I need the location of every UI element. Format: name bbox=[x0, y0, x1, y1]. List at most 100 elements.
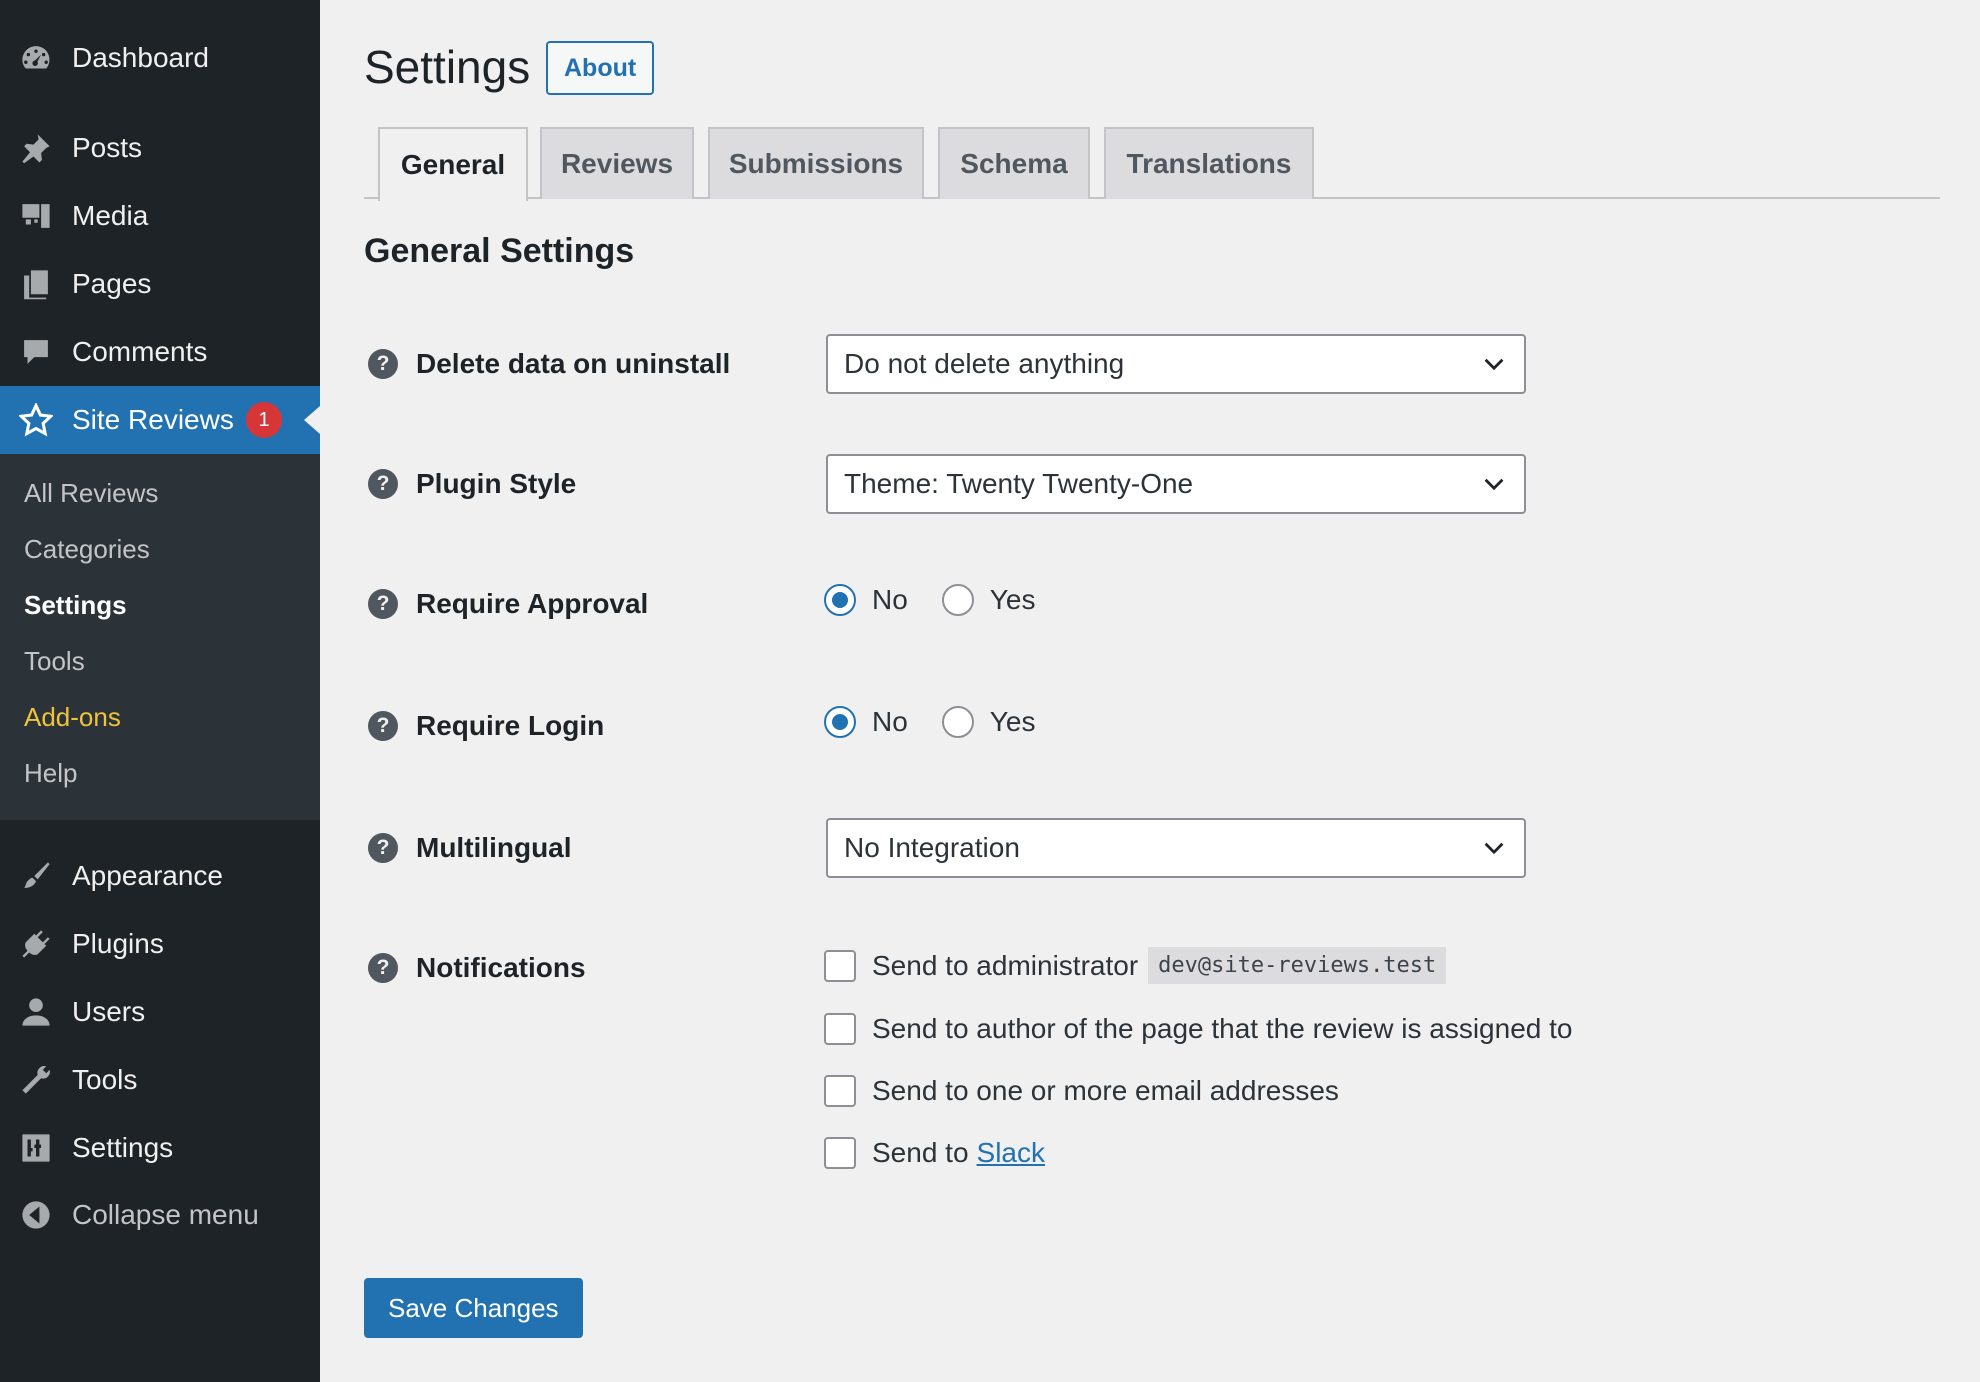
page-title: Settings bbox=[364, 41, 531, 93]
help-icon[interactable]: ? bbox=[368, 711, 398, 741]
submenu-tools[interactable]: Tools bbox=[24, 646, 85, 677]
option-label: Send to bbox=[872, 1137, 969, 1168]
submenu-categories[interactable]: Categories bbox=[24, 534, 150, 565]
help-icon[interactable]: ? bbox=[368, 953, 398, 983]
notify-emails-option: Send to one or more email addresses bbox=[824, 1075, 1339, 1107]
wrench-icon bbox=[18, 1062, 54, 1098]
brush-icon bbox=[18, 858, 54, 894]
sidebar-item-appearance[interactable]: Appearance bbox=[0, 842, 320, 910]
tab-submissions[interactable]: Submissions bbox=[708, 127, 924, 199]
sidebar-label: Media bbox=[72, 200, 149, 231]
main-content: Settings About General Reviews Submissio… bbox=[320, 0, 1980, 1382]
sidebar-label: Settings bbox=[72, 1132, 174, 1163]
section-title: General Settings bbox=[364, 232, 635, 270]
submenu-add-ons[interactable]: Add-ons bbox=[24, 702, 121, 733]
tab-reviews[interactable]: Reviews bbox=[540, 127, 694, 199]
radio-label: Yes bbox=[989, 706, 1036, 737]
tab-translations[interactable]: Translations bbox=[1104, 127, 1314, 199]
field-label-plugin-style: ? Plugin Style bbox=[368, 468, 576, 500]
select-value: Do not delete anything bbox=[844, 348, 1125, 379]
field-label-text: Require Login bbox=[416, 710, 605, 741]
submenu-all-reviews[interactable]: All Reviews bbox=[24, 478, 158, 509]
sidebar-item-tools[interactable]: Tools bbox=[0, 1046, 320, 1114]
sidebar-item-site-reviews[interactable]: Site Reviews 1 bbox=[0, 386, 320, 454]
sidebar-label: Posts bbox=[72, 132, 143, 163]
user-icon bbox=[18, 994, 54, 1030]
field-label-text: Delete data on uninstall bbox=[416, 348, 731, 379]
help-icon[interactable]: ? bbox=[368, 833, 398, 863]
chevron-down-icon bbox=[1484, 358, 1504, 371]
sidebar-label: Site Reviews bbox=[72, 404, 234, 435]
media-icon bbox=[18, 198, 54, 234]
field-label-notifications: ? Notifications bbox=[368, 952, 586, 984]
field-label-text: Plugin Style bbox=[416, 468, 577, 499]
chevron-down-icon bbox=[1484, 842, 1504, 855]
tab-schema[interactable]: Schema bbox=[938, 127, 1090, 199]
save-changes-button[interactable]: Save Changes bbox=[364, 1278, 583, 1338]
notify-slack-option: Send to Slack bbox=[824, 1137, 1045, 1169]
sidebar-label: Plugins bbox=[72, 928, 164, 959]
require-login-yes-radio[interactable] bbox=[941, 706, 974, 738]
sidebar-item-settings[interactable]: Settings bbox=[0, 1114, 320, 1182]
option-label: Send to one or more email addresses bbox=[872, 1075, 1339, 1106]
help-icon[interactable]: ? bbox=[368, 349, 398, 379]
dashboard-icon bbox=[18, 40, 54, 76]
plugin-style-select[interactable]: Theme: Twenty Twenty-One bbox=[826, 454, 1526, 514]
multilingual-select[interactable]: No Integration bbox=[826, 818, 1526, 878]
option-label: Send to administrator bbox=[872, 949, 1139, 981]
field-label-delete-data: ? Delete data on uninstall bbox=[368, 348, 730, 380]
notify-admin-checkbox[interactable] bbox=[824, 949, 856, 982]
sidebar-item-dashboard[interactable]: Dashboard bbox=[0, 24, 320, 92]
settings-tabs: General Reviews Submissions Schema Trans… bbox=[364, 127, 1940, 201]
admin-sidebar: Dashboard Posts Media Pages Comments Sit… bbox=[0, 0, 320, 1382]
sidebar-label: Tools bbox=[72, 1064, 138, 1095]
radio-label: No bbox=[872, 706, 908, 737]
tab-general[interactable]: General bbox=[378, 127, 528, 201]
field-label-text: Multilingual bbox=[416, 832, 572, 863]
slack-link[interactable]: Slack bbox=[977, 1137, 1045, 1169]
require-login-radios: No Yes bbox=[824, 706, 1069, 738]
require-approval-no-radio[interactable] bbox=[824, 584, 856, 616]
pin-icon bbox=[18, 130, 54, 166]
sidebar-label: Pages bbox=[72, 268, 152, 299]
admin-email-code: dev@site-reviews.test bbox=[1148, 947, 1447, 984]
star-icon bbox=[18, 402, 54, 438]
pages-icon bbox=[18, 266, 54, 302]
chevron-down-icon bbox=[1484, 478, 1504, 491]
notify-author-option: Send to author of the page that the revi… bbox=[824, 1013, 1572, 1045]
field-label-text: Require Approval bbox=[416, 588, 649, 619]
collapse-menu-button[interactable]: Collapse menu bbox=[0, 1181, 320, 1249]
sidebar-item-comments[interactable]: Comments bbox=[0, 318, 320, 386]
option-label: Send to author of the page that the revi… bbox=[872, 1013, 1573, 1044]
site-reviews-submenu: All Reviews Categories Settings Tools Ad… bbox=[0, 454, 320, 820]
require-approval-yes-radio[interactable] bbox=[941, 584, 974, 616]
field-label-multilingual: ? Multilingual bbox=[368, 832, 572, 864]
sidebar-item-media[interactable]: Media bbox=[0, 182, 320, 250]
notify-author-checkbox[interactable] bbox=[824, 1013, 856, 1045]
help-icon[interactable]: ? bbox=[368, 469, 398, 499]
require-login-no-radio[interactable] bbox=[824, 706, 856, 738]
notify-slack-checkbox[interactable] bbox=[824, 1137, 856, 1169]
notify-emails-checkbox[interactable] bbox=[824, 1075, 856, 1107]
sidebar-item-users[interactable]: Users bbox=[0, 978, 320, 1046]
about-button[interactable]: About bbox=[546, 41, 655, 95]
radio-label: Yes bbox=[989, 584, 1036, 615]
delete-data-select[interactable]: Do not delete anything bbox=[826, 334, 1526, 394]
select-value: No Integration bbox=[844, 832, 1020, 863]
select-value: Theme: Twenty Twenty-One bbox=[844, 468, 1194, 499]
sidebar-label: Appearance bbox=[72, 860, 224, 891]
sidebar-label: Users bbox=[72, 996, 146, 1027]
notify-admin-option: Send to administrator dev@site-reviews.t… bbox=[824, 947, 1447, 984]
field-label-require-login: ? Require Login bbox=[368, 710, 604, 742]
radio-label: No bbox=[872, 584, 908, 615]
submenu-settings[interactable]: Settings bbox=[24, 590, 127, 621]
sidebar-label: Comments bbox=[72, 336, 208, 367]
field-label-require-approval: ? Require Approval bbox=[368, 588, 648, 620]
sidebar-item-plugins[interactable]: Plugins bbox=[0, 910, 320, 978]
submenu-help[interactable]: Help bbox=[24, 758, 77, 789]
help-icon[interactable]: ? bbox=[368, 589, 398, 619]
sliders-icon bbox=[18, 1130, 54, 1166]
sidebar-item-pages[interactable]: Pages bbox=[0, 250, 320, 318]
sidebar-item-posts[interactable]: Posts bbox=[0, 114, 320, 182]
require-approval-radios: No Yes bbox=[824, 584, 1069, 616]
